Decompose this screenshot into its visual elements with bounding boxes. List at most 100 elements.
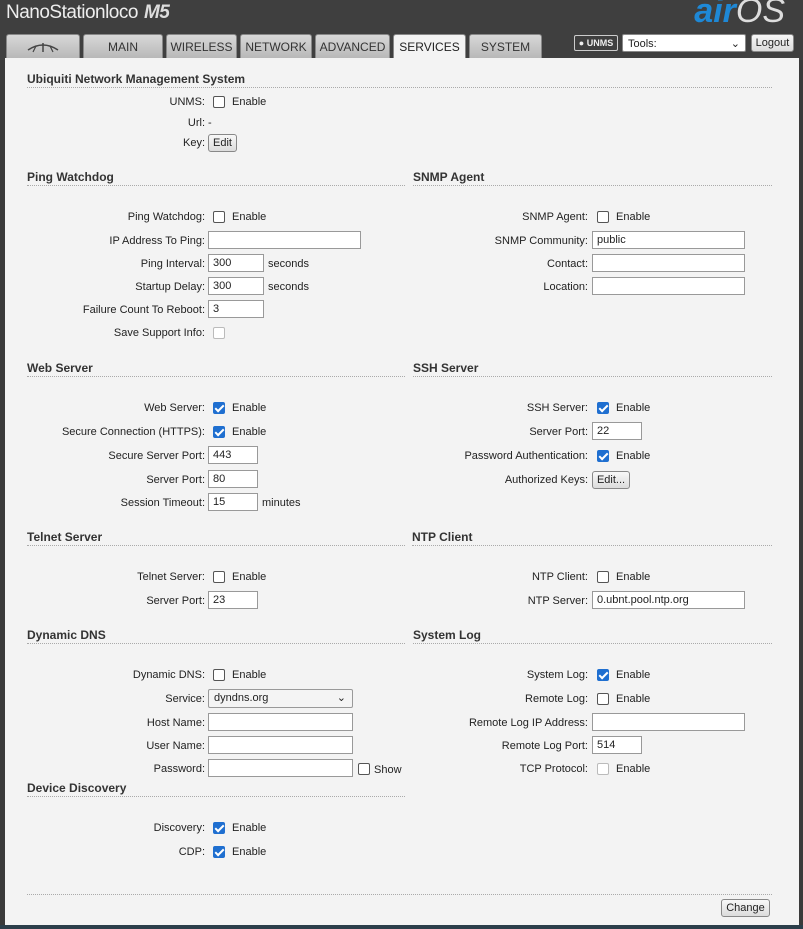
https-checkbox[interactable] [213,426,225,438]
ddns-service-select[interactable]: dyndns.org ⌄ [208,689,353,708]
telnet-port-input[interactable]: 23 [208,591,258,609]
ping-interval-unit: seconds [268,258,309,270]
section-title-device-discovery: Device Discovery [27,781,127,795]
ping-watchdog-checkbox[interactable] [213,211,225,223]
https-label: Secure Connection (HTTPS): [61,426,205,438]
authorized-keys-edit-button[interactable]: Edit... [592,471,630,489]
ping-watchdog-enable-label: Enable [232,211,267,223]
divider [27,796,405,797]
change-button[interactable]: Change [721,899,770,917]
tools-select[interactable]: Tools: ⌄ [622,34,746,52]
unms-key-edit-button[interactable]: Edit [208,134,237,152]
tab-network[interactable]: NETWORK [240,34,312,58]
snmp-location-input[interactable] [592,277,745,295]
tcp-protocol-label: TCP Protocol: [519,763,588,775]
ddns-host-label: Host Name: [146,717,205,729]
failure-count-label: Failure Count To Reboot: [82,304,205,316]
remote-log-port-label: Remote Log Port: [501,740,588,752]
tab-ubiquiti-logo[interactable] [6,34,80,58]
snmp-agent-checkbox[interactable] [597,211,609,223]
ssh-server-checkbox[interactable] [597,402,609,414]
ssh-port-input[interactable]: 22 [592,422,642,440]
logo-os: OS [735,0,785,30]
tab-services[interactable]: SERVICES [393,34,466,60]
remote-log-ip-input[interactable] [592,713,745,731]
remote-log-label: Remote Log: [525,693,588,705]
tab-main[interactable]: MAIN [83,34,163,58]
remote-log-checkbox[interactable] [597,693,609,705]
save-support-info-label: Save Support Info: [113,327,205,339]
remote-log-port-input[interactable]: 514 [592,736,642,754]
tab-advanced[interactable]: ADVANCED [315,34,390,58]
ping-ip-label: IP Address To Ping: [109,235,205,247]
startup-delay-unit: seconds [268,281,309,293]
password-auth-checkbox[interactable] [597,450,609,462]
ddns-service-value: dyndns.org [214,692,269,704]
section-title-system-log: System Log [413,628,482,642]
ping-interval-label: Ping Interval: [140,258,205,270]
section-title-unms: Ubiquiti Network Management System [27,72,246,86]
discovery-checkbox[interactable] [213,822,225,834]
snmp-contact-label: Contact: [547,258,588,270]
product-label: NanoStation [6,2,106,23]
snmp-community-label: SNMP Community: [494,235,588,247]
unms-status-badge: ● UNMS [574,35,618,51]
web-port-input[interactable]: 80 [208,470,258,488]
unms-key-label: Key: [182,137,205,149]
discovery-enable-label: Enable [232,822,267,834]
session-timeout-label: Session Timeout: [120,497,205,509]
divider [27,376,405,377]
divider [413,185,772,186]
save-support-info-checkbox[interactable] [213,327,225,339]
airos-logo: airOS [694,0,785,31]
ubiquiti-logo-icon [27,43,59,53]
tcp-protocol-enable-label: Enable [616,763,651,775]
snmp-agent-label: SNMP Agent: [522,211,588,223]
ddns-user-input[interactable] [208,736,353,754]
remote-log-enable-label: Enable [616,693,651,705]
show-password-checkbox[interactable] [358,763,370,775]
cdp-checkbox[interactable] [213,846,225,858]
divider [412,545,772,546]
ddns-host-input[interactable] [208,713,353,731]
ddns-enable-label: Enable [232,669,267,681]
telnet-server-checkbox[interactable] [213,571,225,583]
web-server-checkbox[interactable] [213,402,225,414]
ping-interval-input[interactable]: 300 [208,254,264,272]
startup-delay-label: Startup Delay: [135,281,205,293]
section-title-ntp: NTP Client [412,530,473,544]
session-timeout-input[interactable]: 15 [208,493,258,511]
chevron-down-icon: ⌄ [730,38,740,50]
secure-port-input[interactable]: 443 [208,446,258,464]
tab-system[interactable]: SYSTEM [469,34,542,58]
services-panel: Ubiquiti Network Management System UNMS:… [5,58,799,925]
ddns-password-input[interactable] [208,759,353,777]
failure-count-input[interactable]: 3 [208,300,264,318]
ping-watchdog-label: Ping Watchdog: [127,211,205,223]
ssh-port-label: Server Port: [529,426,588,438]
tab-wireless[interactable]: WIRELESS [166,34,237,58]
snmp-community-input[interactable]: public [592,231,745,249]
logout-button[interactable]: Logout [751,34,794,52]
unms-url-label: Url: [187,117,205,129]
cdp-label: CDP: [178,846,205,858]
ntp-server-input[interactable]: 0.ubnt.pool.ntp.org [592,591,745,609]
ping-ip-input[interactable] [208,231,361,249]
divider [27,643,405,644]
web-server-label: Web Server: [144,402,205,414]
ssh-server-enable-label: Enable [616,402,651,414]
ntp-client-checkbox[interactable] [597,571,609,583]
ntp-client-label: NTP Client: [531,571,588,583]
startup-delay-input[interactable]: 300 [208,277,264,295]
section-title-ssh-server: SSH Server [413,361,479,375]
system-log-checkbox[interactable] [597,669,609,681]
snmp-contact-input[interactable] [592,254,745,272]
web-server-enable-label: Enable [232,402,267,414]
chevron-down-icon: ⌄ [336,692,346,704]
ddns-checkbox[interactable] [213,669,225,681]
tcp-protocol-checkbox[interactable] [597,763,609,775]
telnet-enable-label: Enable [232,571,267,583]
unms-enable-checkbox[interactable] [213,96,225,108]
ssh-server-label: SSH Server: [526,402,588,414]
divider [27,87,772,88]
